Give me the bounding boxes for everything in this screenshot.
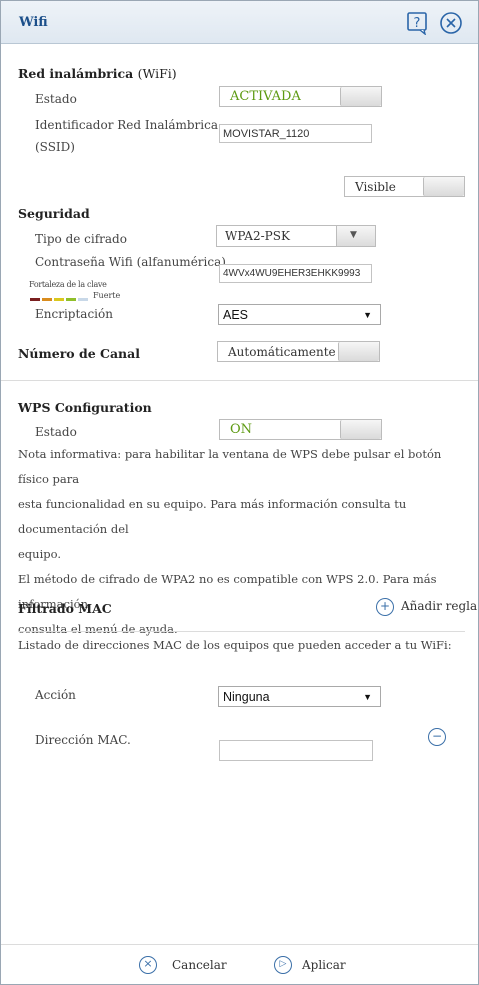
plus-icon: + bbox=[376, 598, 394, 616]
cipher-label: Tipo de cifrado bbox=[35, 232, 127, 246]
chevron-down-icon: ▼ bbox=[363, 692, 372, 702]
wps-estado-label: Estado bbox=[35, 425, 77, 439]
toggle-knob[interactable] bbox=[423, 177, 464, 196]
password-label: Contraseña Wifi (alfanumérica) bbox=[35, 255, 226, 269]
ssid-input[interactable]: MOVISTAR_1120 bbox=[219, 124, 372, 143]
wps-status-value: ON bbox=[230, 422, 253, 437]
help-icon[interactable]: ? bbox=[406, 11, 428, 36]
play-icon: ▷ bbox=[274, 956, 292, 974]
wireless-status-toggle[interactable]: ACTIVADA bbox=[219, 86, 382, 107]
cancel-label: Cancelar bbox=[172, 958, 227, 972]
strength-bar bbox=[54, 298, 64, 301]
ssid-label: Identificador Red Inalámbrica bbox=[35, 118, 219, 132]
wireless-subtitle-text: (WiFi) bbox=[137, 66, 177, 81]
toggle-knob[interactable] bbox=[340, 420, 381, 439]
wps-note-line: Nota informativa: para habilitar la vent… bbox=[18, 447, 442, 486]
apply-label: Aplicar bbox=[302, 958, 346, 972]
visibility-value: Visible bbox=[355, 180, 396, 194]
encryption-label: Encriptación bbox=[35, 307, 113, 321]
encryption-select[interactable]: AES ▼ bbox=[218, 304, 381, 325]
ssid-label-abbr: (SSID) bbox=[35, 140, 75, 154]
section-divider bbox=[1, 380, 478, 381]
dialog-title: Wifi bbox=[19, 15, 48, 30]
strength-meter bbox=[30, 290, 90, 304]
wireless-title-text: Red inalámbrica bbox=[18, 66, 134, 81]
strength-bar bbox=[78, 298, 88, 301]
encryption-value: AES bbox=[223, 308, 249, 322]
wireless-section-title: Red inalámbrica (WiFi) bbox=[18, 66, 177, 81]
strength-bar bbox=[42, 298, 52, 301]
channel-label: Número de Canal bbox=[18, 346, 140, 361]
toggle-knob[interactable] bbox=[338, 342, 379, 361]
toggle-knob[interactable] bbox=[340, 87, 381, 106]
dialog-header: Wifi ? bbox=[1, 1, 478, 44]
remove-rule-icon[interactable]: − bbox=[428, 728, 446, 746]
mac-description: Listado de direcciones MAC de los equipo… bbox=[18, 638, 452, 652]
strength-bar bbox=[66, 298, 76, 301]
channel-selector[interactable]: Automáticamente bbox=[217, 341, 380, 362]
visibility-toggle[interactable]: Visible bbox=[344, 176, 465, 197]
mac-action-value: Ninguna bbox=[223, 690, 270, 704]
wps-note-line: esta funcionalidad en su equipo. Para má… bbox=[18, 497, 407, 536]
cipher-select[interactable]: WPA2-PSK ▼ bbox=[216, 225, 376, 247]
mac-action-label: Acción bbox=[35, 688, 76, 702]
wps-note-line: equipo. bbox=[18, 547, 61, 561]
close-icon[interactable] bbox=[439, 11, 462, 34]
strength-value: Fuerte bbox=[93, 291, 121, 300]
wps-status-toggle[interactable]: ON bbox=[219, 419, 382, 440]
channel-value: Automáticamente bbox=[228, 345, 336, 359]
strength-bar bbox=[30, 298, 40, 301]
mac-address-label: Dirección MAC. bbox=[35, 733, 131, 747]
mac-divider bbox=[18, 631, 465, 632]
mac-section-title: Filtrado MAC bbox=[18, 601, 112, 616]
svg-text:?: ? bbox=[414, 16, 421, 31]
wireless-status-value: ACTIVADA bbox=[230, 89, 301, 104]
wps-section-title: WPS Configuration bbox=[18, 400, 152, 415]
security-section-title: Seguridad bbox=[18, 206, 90, 221]
dialog-footer: × Cancelar ▷ Aplicar bbox=[1, 944, 478, 985]
mac-address-input[interactable] bbox=[219, 740, 373, 761]
cipher-dropdown-button[interactable]: ▼ bbox=[336, 226, 375, 246]
password-input[interactable]: 4WVx4WU9EHER3EHKK9993 bbox=[219, 264, 372, 283]
cancel-icon: × bbox=[139, 956, 157, 974]
cipher-value: WPA2-PSK bbox=[225, 229, 290, 243]
chevron-down-icon: ▼ bbox=[350, 230, 357, 240]
chevron-down-icon: ▼ bbox=[363, 310, 372, 320]
strength-label: Fortaleza de la clave bbox=[29, 280, 107, 289]
mac-action-select[interactable]: Ninguna ▼ bbox=[218, 686, 381, 707]
add-rule-label: Añadir regla bbox=[401, 599, 478, 613]
wireless-estado-label: Estado bbox=[35, 92, 77, 106]
